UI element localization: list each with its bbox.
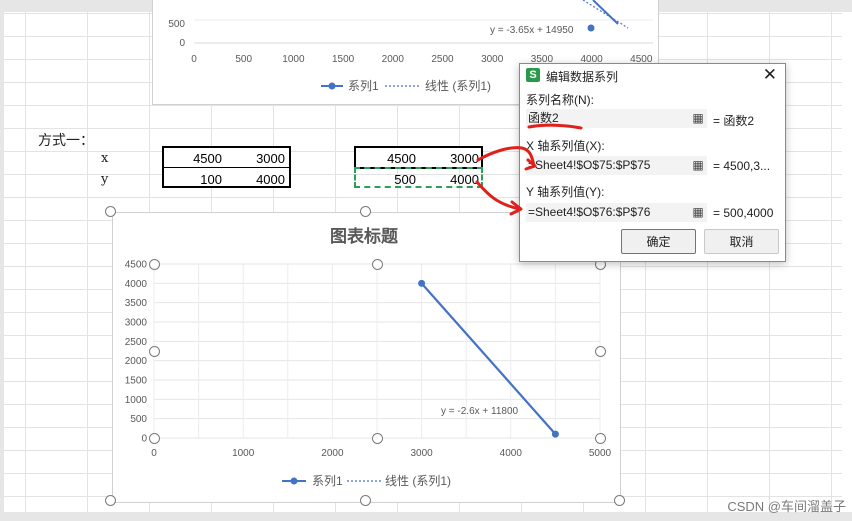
plot-area-handle[interactable] bbox=[149, 346, 160, 357]
range-picker-icon[interactable]: ▦ bbox=[689, 109, 707, 128]
x-values-preview: = 4500,3... bbox=[713, 159, 771, 173]
x-tick-label: 1000 bbox=[232, 448, 255, 459]
chart-resize-handle[interactable] bbox=[360, 206, 371, 217]
chart-resize-handle[interactable] bbox=[105, 495, 116, 506]
plot-area-handle[interactable] bbox=[149, 433, 160, 444]
x-tick-label: 3000 bbox=[410, 448, 433, 459]
app-icon: S bbox=[526, 68, 540, 82]
x-tick-label: 0 bbox=[151, 448, 157, 459]
x-tick-label: 4000 bbox=[500, 448, 523, 459]
watermark: CSDN @车间溜盖子 bbox=[727, 499, 846, 514]
ok-button[interactable]: 确定 bbox=[621, 229, 696, 254]
dialog-titlebar[interactable]: S 编辑数据系列 ✕ bbox=[520, 64, 785, 87]
close-icon[interactable]: ✕ bbox=[763, 65, 777, 85]
x-tick-label: 2000 bbox=[321, 448, 344, 459]
series-name-preview: = 函数2 bbox=[713, 114, 755, 128]
y-tick-label: 2000 bbox=[125, 356, 148, 367]
plot-area-handle[interactable] bbox=[149, 259, 160, 270]
chart-resize-handle[interactable] bbox=[360, 495, 371, 506]
range-picker-icon[interactable]: ▦ bbox=[689, 156, 707, 175]
series-name-input[interactable]: 函数2 bbox=[526, 109, 691, 128]
y-tick-label: 1000 bbox=[125, 395, 148, 406]
x-tick-label: 5000 bbox=[589, 448, 612, 459]
data-point[interactable] bbox=[418, 279, 426, 287]
edit-series-dialog[interactable]: S 编辑数据系列 ✕ 系列名称(N): 函数2 ▦ = 函数2 X 轴系列值(X… bbox=[519, 63, 786, 262]
y-tick-label: 0 bbox=[141, 434, 147, 445]
legend-series-marker bbox=[290, 477, 298, 485]
y-tick-label: 1500 bbox=[125, 376, 148, 387]
y-values-input[interactable]: =Sheet4!$O$76:$P$76 bbox=[526, 203, 691, 222]
x-values-label: X 轴系列值(X): bbox=[526, 139, 605, 153]
plot-area-handle[interactable] bbox=[372, 259, 383, 270]
series-name-label: 系列名称(N): bbox=[526, 93, 594, 107]
y-tick-label: 3500 bbox=[125, 298, 148, 309]
trendline-label[interactable]: y = -2.6x + 11800 bbox=[441, 406, 519, 417]
range-picker-icon[interactable]: ▦ bbox=[689, 203, 707, 222]
legend-series-label[interactable]: 系列1 bbox=[312, 474, 343, 488]
y-values-preview: = 500,4000 bbox=[713, 206, 774, 220]
y-values-label: Y 轴系列值(Y): bbox=[526, 185, 605, 199]
y-tick-label: 2500 bbox=[125, 337, 148, 348]
x-values-input[interactable]: =Sheet4!$O$75:$P$75 bbox=[526, 156, 691, 175]
y-tick-label: 3000 bbox=[125, 318, 148, 329]
y-tick-label: 4000 bbox=[125, 279, 148, 290]
cancel-button[interactable]: 取消 bbox=[704, 229, 779, 254]
chart-resize-handle[interactable] bbox=[614, 495, 625, 506]
data-point[interactable] bbox=[551, 430, 559, 438]
plot-area-handle[interactable] bbox=[372, 433, 383, 444]
plot-area-handle[interactable] bbox=[595, 346, 606, 357]
plot-area-handle[interactable] bbox=[595, 433, 606, 444]
y-tick-label: 4500 bbox=[125, 260, 148, 271]
y-tick-label: 500 bbox=[130, 414, 147, 425]
legend-trend-label[interactable]: 线性 (系列1) bbox=[385, 474, 451, 488]
chart-resize-handle[interactable] bbox=[105, 206, 116, 217]
dialog-title: 编辑数据系列 bbox=[546, 70, 619, 84]
